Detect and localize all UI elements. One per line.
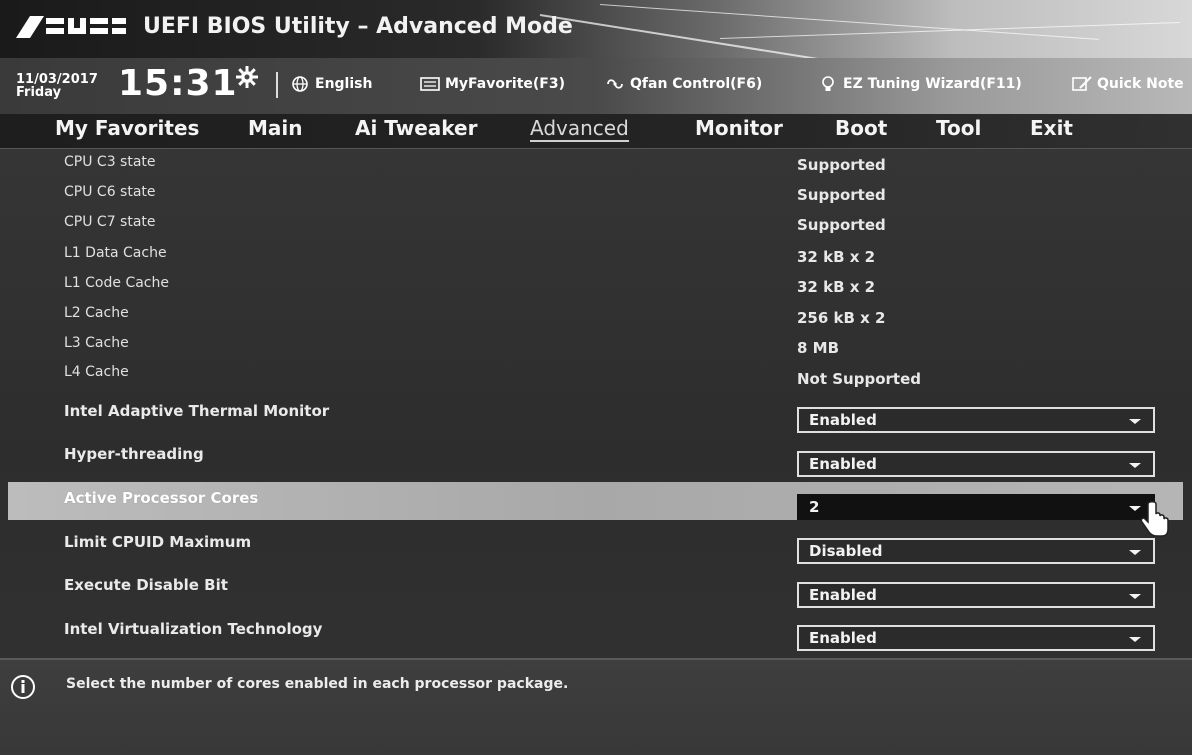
qfan-label: Qfan Control(F6) [630,76,763,92]
limit-cpuid-select[interactable]: Disabled [797,538,1155,564]
info-row-label: L1 Data Cache [64,245,167,261]
date-display: 11/03/2017 Friday [16,73,98,99]
tab-advanced[interactable]: Advanced [530,116,629,142]
active-cores-select[interactable]: 2 [797,494,1155,520]
select-value: 2 [809,498,820,516]
tab-ai-tweaker[interactable]: Ai Tweaker [355,116,477,140]
tab-tool[interactable]: Tool [936,116,981,140]
virtualization-select[interactable]: Enabled [797,625,1155,651]
info-row-value: 32 kB x 2 [797,278,876,296]
select-value: Enabled [809,411,877,429]
day-value: Friday [16,85,62,100]
language-button[interactable]: English [290,76,372,92]
setting-label-virtualization: Intel Virtualization Technology [64,620,323,638]
chevron-down-icon [1129,637,1141,642]
info-row-value: Supported [797,186,886,204]
tab-monitor[interactable]: Monitor [695,116,783,140]
myfavorite-button[interactable]: MyFavorite(F3) [420,76,565,92]
hand-cursor-icon [1140,501,1169,537]
info-row-label: CPU C3 state [64,154,156,170]
info-row-value: 8 MB [797,339,840,357]
favorite-list-icon [420,77,440,91]
help-bar: Select the number of cores enabled in ea… [0,658,1192,755]
myfavorite-label: MyFavorite(F3) [445,76,565,92]
clock: 15:31 [118,63,238,104]
execute-disable-select[interactable]: Enabled [797,582,1155,608]
info-row-value: 32 kB x 2 [797,248,876,266]
setting-label-execute-disable: Execute Disable Bit [64,576,228,594]
page-title: UEFI BIOS Utility – Advanced Mode [143,14,573,39]
info-row-label: CPU C6 state [64,184,156,200]
info-row-value: Supported [797,156,886,174]
setting-label-active-cores: Active Processor Cores [64,489,259,507]
info-icon [11,675,35,699]
lightbulb-icon [822,76,834,91]
select-value: Enabled [809,455,877,473]
chevron-down-icon [1129,419,1141,424]
tab-main[interactable]: Main [248,116,303,140]
help-text: Select the number of cores enabled in ea… [66,676,569,692]
select-value: Enabled [809,586,877,604]
info-row-label: L1 Code Cache [64,275,169,291]
menu-bar: My Favorites Main Ai Tweaker Advanced Mo… [0,114,1192,149]
info-bar: 11/03/2017 Friday 15:31 English MyFavori… [0,58,1192,114]
info-row-value: Not Supported [797,370,921,388]
info-row-label: L3 Cache [64,335,129,351]
info-row-value: 256 kB x 2 [797,309,886,327]
qfan-button[interactable]: Qfan Control(F6) [605,76,762,92]
info-row-label: CPU C7 state [64,214,156,230]
globe-icon [292,76,308,92]
quicknote-label: Quick Note [1097,76,1184,92]
bios-screen: UEFI BIOS Utility – Advanced Mode 11/03/… [0,0,1192,755]
thermal-monitor-select[interactable]: Enabled [797,407,1155,433]
quicknote-button[interactable]: Quick Note [1072,76,1184,92]
info-row-label: L2 Cache [64,305,129,321]
tab-boot[interactable]: Boot [835,116,887,140]
setting-label-hyper-threading: Hyper-threading [64,445,204,463]
eztuning-label: EZ Tuning Wizard(F11) [843,76,1022,92]
tab-exit[interactable]: Exit [1030,116,1073,140]
chevron-down-icon [1129,463,1141,468]
gear-icon[interactable] [236,66,258,88]
title-bar: UEFI BIOS Utility – Advanced Mode [0,0,1192,82]
fan-icon [607,79,623,89]
select-value: Disabled [809,542,883,560]
info-row-value: Supported [797,216,886,234]
setting-label-limit-cpuid: Limit CPUID Maximum [64,533,252,551]
chevron-down-icon [1129,550,1141,555]
note-pencil-icon [1072,76,1092,91]
select-value: Enabled [809,629,877,647]
language-label: English [315,76,373,92]
chevron-down-icon [1129,594,1141,599]
eztuning-button[interactable]: EZ Tuning Wizard(F11) [818,76,1022,92]
divider [276,72,278,98]
tab-my-favorites[interactable]: My Favorites [55,116,199,140]
info-row-label: L4 Cache [64,364,129,380]
hyper-threading-select[interactable]: Enabled [797,451,1155,477]
setting-label-thermal-monitor: Intel Adaptive Thermal Monitor [64,402,330,420]
light-streak [719,21,1180,39]
asus-logo [16,16,126,38]
